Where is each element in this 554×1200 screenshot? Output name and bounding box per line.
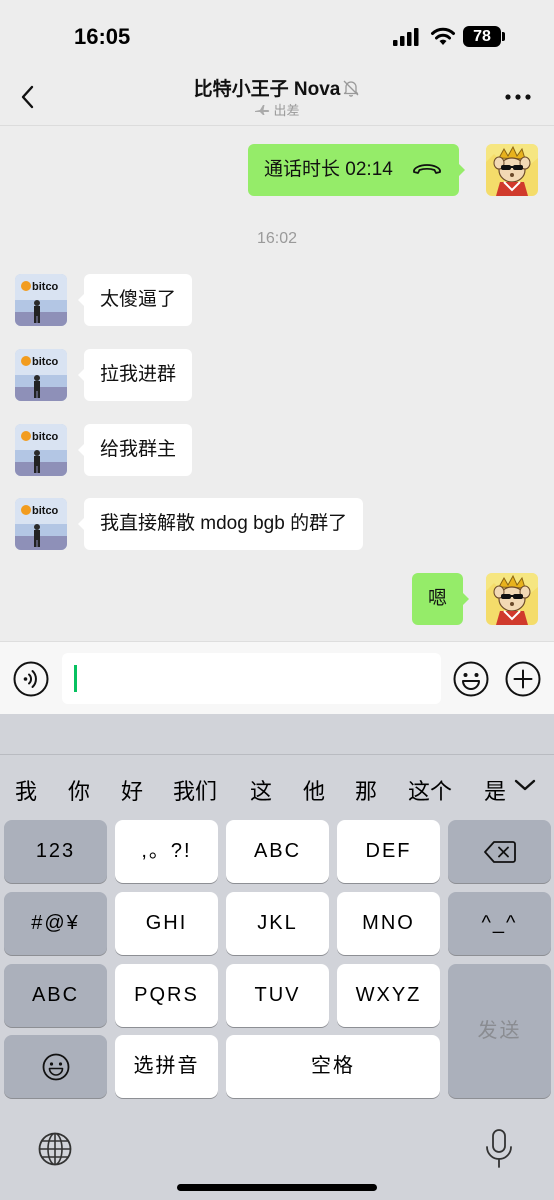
message-bubble-in[interactable]: 给我群主 <box>77 424 193 476</box>
svg-text:bitco: bitco <box>32 431 59 443</box>
nav-subtitle: 出差 <box>273 103 300 118</box>
candidate-word[interactable]: 好 <box>121 774 143 806</box>
key-kaomoji[interactable]: ^_^ <box>448 892 551 955</box>
battery-tip <box>502 32 505 41</box>
emoji-key-icon <box>42 1053 69 1081</box>
svg-text:bitco: bitco <box>32 281 59 293</box>
contact-avatar[interactable]: bitco <box>15 274 67 326</box>
my-avatar[interactable] <box>486 144 538 196</box>
mute-icon <box>343 80 359 97</box>
plane-icon <box>255 105 270 115</box>
candidate-word[interactable]: 是 <box>484 774 506 806</box>
key-emoji[interactable] <box>4 1035 107 1098</box>
message-bubble-in[interactable]: 拉我进群 <box>77 349 193 401</box>
stage-photo-avatar-image: bitco <box>15 498 67 550</box>
message-text: 通话时长 02:14 <box>264 159 393 180</box>
nav-bar: 比特小王子 Nova 出差 <box>0 68 554 126</box>
input-bar <box>0 641 554 714</box>
globe-icon[interactable] <box>36 1130 74 1168</box>
backspace-icon <box>483 840 516 863</box>
text-cursor <box>74 665 77 692</box>
emoji-icon[interactable] <box>452 660 490 698</box>
cartoon-mouse-avatar-image <box>486 144 538 196</box>
key-jkl[interactable]: JKL <box>226 892 329 955</box>
keyboard-divider <box>0 754 554 755</box>
call-hangup-icon <box>412 164 441 174</box>
contact-avatar[interactable]: bitco <box>15 498 67 550</box>
candidate-word[interactable]: 我们 <box>173 774 217 806</box>
more-icon[interactable] <box>502 82 534 112</box>
collapse-icon[interactable] <box>510 770 540 800</box>
nav-subtitle-wrap: 出差 <box>0 100 554 119</box>
stage-photo-avatar-image: bitco <box>15 274 67 326</box>
signal-icon <box>393 28 419 46</box>
send-button[interactable]: 发送 <box>448 964 551 1098</box>
message-bubble-in[interactable]: 太傻逼了 <box>77 274 193 326</box>
key-abc-switch[interactable]: ABC <box>4 964 107 1027</box>
svg-text:bitco: bitco <box>32 505 59 517</box>
stage-photo-avatar-image: bitco <box>15 349 67 401</box>
key-space[interactable]: 空格 <box>226 1035 440 1098</box>
message-bubble-out[interactable]: 嗯 <box>412 573 470 625</box>
key-abc[interactable]: ABC <box>226 820 329 883</box>
key-tuv[interactable]: TUV <box>226 964 329 1027</box>
candidate-word[interactable]: 这 <box>250 774 272 806</box>
message-bubble-in[interactable]: 我直接解散 mdog bgb 的群了 <box>77 498 364 550</box>
key-mno[interactable]: MNO <box>337 892 440 955</box>
message-input[interactable] <box>62 653 441 704</box>
voice-icon[interactable] <box>12 660 50 698</box>
nav-title-wrap: 比特小王子 Nova <box>0 74 554 101</box>
key-backspace[interactable] <box>448 820 551 883</box>
contact-avatar[interactable]: bitco <box>15 349 67 401</box>
plus-icon[interactable] <box>504 660 542 698</box>
contact-avatar[interactable]: bitco <box>15 424 67 476</box>
candidate-word[interactable]: 这个 <box>408 774 452 806</box>
key-pqrs[interactable]: PQRS <box>115 964 218 1027</box>
stage-photo-avatar-image: bitco <box>15 424 67 476</box>
key-123[interactable]: 123 <box>4 820 107 883</box>
chat-area[interactable]: 通话时长 02:14 16:02 bitco 太傻逼了 bitco 拉我进群 b… <box>0 127 554 641</box>
battery-icon: 78 <box>463 26 501 47</box>
status-bar: 16:05 78 <box>0 0 554 68</box>
svg-text:bitco: bitco <box>32 356 59 368</box>
key-def[interactable]: DEF <box>337 820 440 883</box>
status-time: 16:05 <box>74 24 131 49</box>
wifi-icon <box>431 27 455 45</box>
chat-title[interactable]: 比特小王子 Nova <box>194 79 341 100</box>
candidate-word[interactable]: 他 <box>303 774 325 806</box>
time-divider: 16:02 <box>256 230 298 247</box>
candidate-word[interactable]: 那 <box>355 774 377 806</box>
mic-icon[interactable] <box>484 1128 514 1170</box>
key-punctuation[interactable]: ,。?! <box>115 820 218 883</box>
key-pinyin-select[interactable]: 选拼音 <box>115 1035 218 1098</box>
my-avatar[interactable] <box>486 573 538 625</box>
keyboard: 我 你 好 我们 这 他 那 这个 是 123 ,。?! ABC DEF #@¥… <box>0 714 554 1200</box>
candidate-word[interactable]: 你 <box>68 774 90 806</box>
message-bubble-out[interactable]: 通话时长 02:14 <box>248 144 465 196</box>
candidate-bar: 我 你 好 我们 这 他 那 这个 是 <box>0 764 508 814</box>
cartoon-mouse-avatar-image <box>486 573 538 625</box>
candidate-word[interactable]: 我 <box>15 774 37 806</box>
key-wxyz[interactable]: WXYZ <box>337 964 440 1027</box>
home-indicator[interactable] <box>177 1184 377 1191</box>
key-ghi[interactable]: GHI <box>115 892 218 955</box>
key-symbols[interactable]: #@¥ <box>4 892 107 955</box>
